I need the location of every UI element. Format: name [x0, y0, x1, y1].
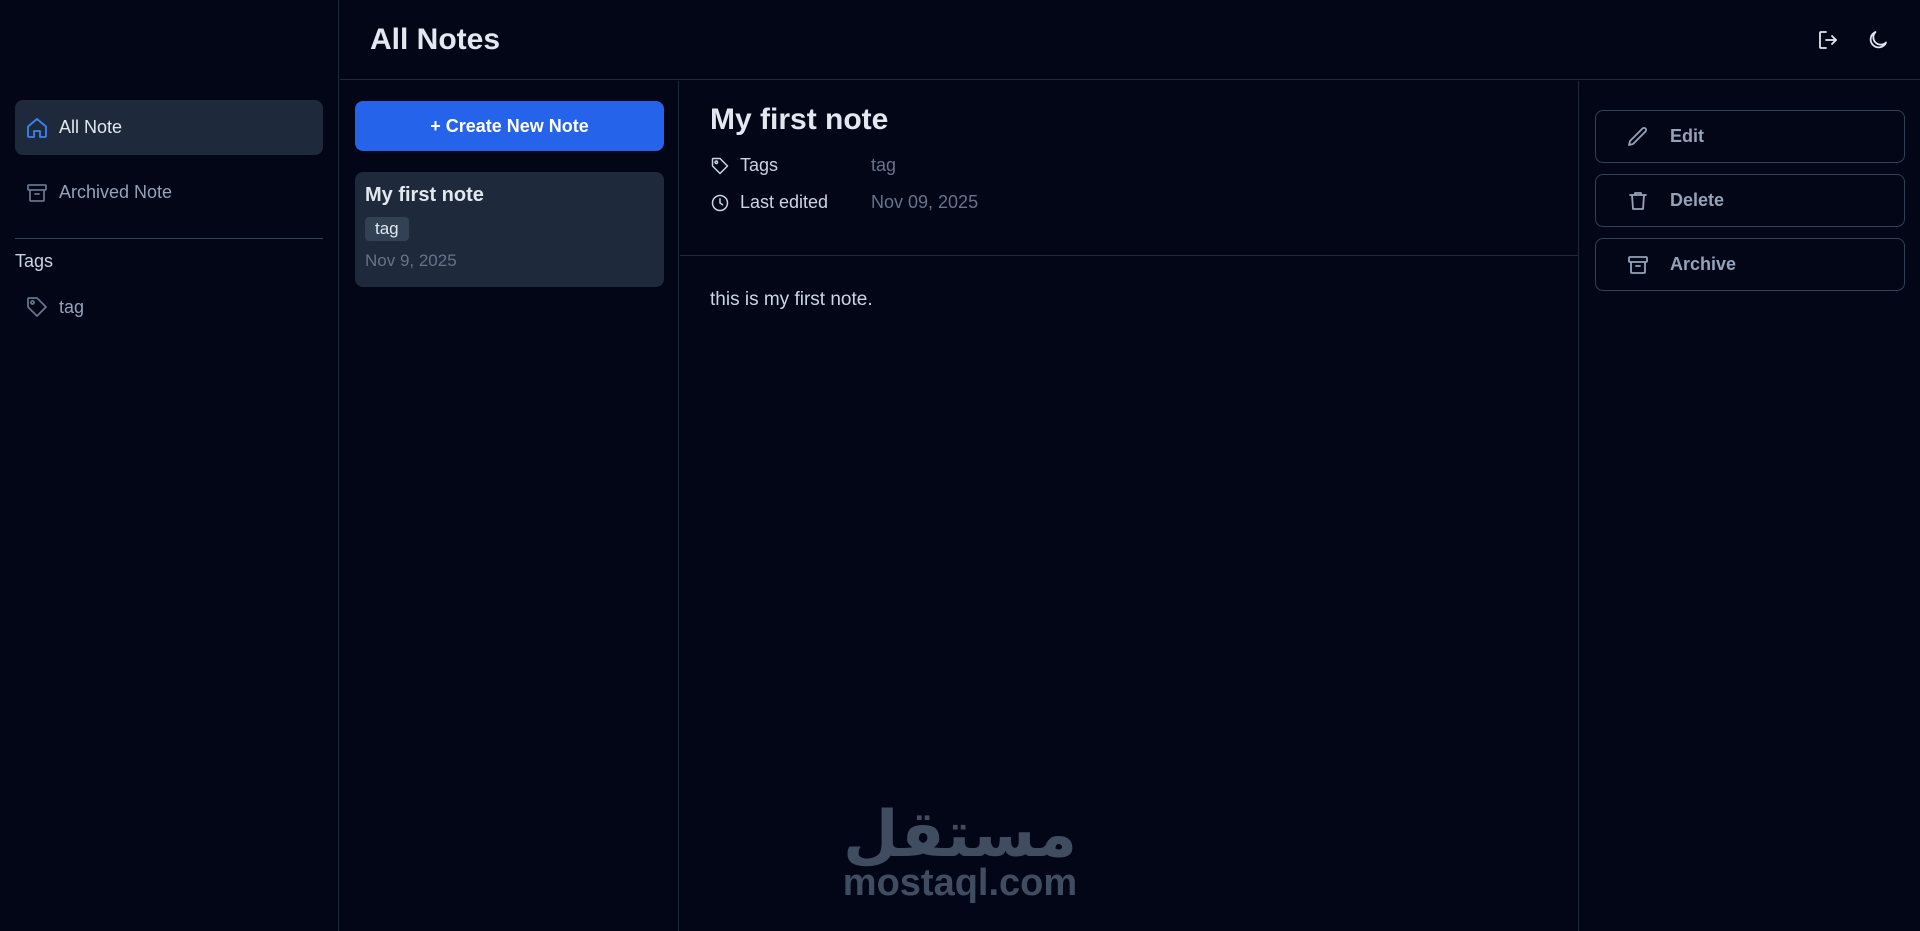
note-edited-row: Last edited Nov 09, 2025: [710, 192, 1548, 213]
note-card-title: My first note: [365, 184, 484, 206]
tags-heading: Tags: [15, 251, 54, 271]
archive-icon: [1626, 253, 1650, 277]
watermark-arabic: مستقل: [842, 798, 1078, 872]
watermark: مستقل mostaql.com: [840, 800, 1080, 902]
clock-icon: [710, 193, 730, 213]
sidebar-item-label: Archived Note: [59, 182, 173, 202]
edit-label: Edit: [1670, 126, 1704, 146]
note-card-tag: tag: [365, 217, 409, 241]
watermark-latin: mostaql.com: [842, 862, 1078, 904]
note-tags-value: tag: [871, 155, 897, 175]
edit-button[interactable]: Edit: [1595, 110, 1905, 163]
archive-icon: [25, 181, 49, 205]
tag-icon: [25, 295, 49, 319]
note-actions: Edit Delete Archive: [1580, 81, 1920, 931]
notes-list: + Create New Note My first note tag Nov …: [340, 81, 679, 931]
note-card-date: Nov 9, 2025: [365, 251, 457, 270]
note-title: My first note: [710, 103, 889, 136]
logout-icon[interactable]: [1816, 28, 1840, 52]
sidebar-item-tag[interactable]: tag: [15, 282, 323, 332]
header-actions: [1816, 28, 1890, 52]
note-edited-label: Last edited: [740, 192, 829, 212]
sidebar: All Note Archived Note Tags tag: [0, 0, 339, 931]
pencil-icon: [1626, 125, 1650, 149]
sidebar-item-all-notes[interactable]: All Note: [15, 100, 323, 155]
tag-icon: [710, 156, 730, 176]
note-body: this is my first note.: [710, 289, 873, 310]
sidebar-item-label: tag: [59, 296, 85, 317]
sidebar-item-label: All Note: [59, 117, 123, 137]
sidebar-item-archived-notes[interactable]: Archived Note: [15, 165, 323, 220]
note-tags-label: Tags: [740, 155, 779, 175]
note-detail-header: My first note Tags tag Last edited Nov 0…: [680, 81, 1578, 256]
note-edited-value: Nov 09, 2025: [871, 192, 979, 212]
note-detail: My first note Tags tag Last edited Nov 0…: [680, 81, 1579, 931]
moon-icon[interactable]: [1866, 28, 1890, 52]
home-icon: [25, 116, 49, 140]
trash-icon: [1626, 189, 1650, 213]
delete-label: Delete: [1670, 190, 1725, 210]
archive-button[interactable]: Archive: [1595, 238, 1905, 291]
header: All Notes: [340, 0, 1920, 80]
note-tags-row: Tags tag: [710, 155, 1548, 176]
sidebar-divider: [15, 238, 323, 239]
delete-button[interactable]: Delete: [1595, 174, 1905, 227]
archive-label: Archive: [1670, 254, 1737, 274]
page-title: All Notes: [370, 22, 501, 56]
create-note-button[interactable]: + Create New Note: [355, 101, 664, 151]
note-card[interactable]: My first note tag Nov 9, 2025: [355, 172, 664, 287]
